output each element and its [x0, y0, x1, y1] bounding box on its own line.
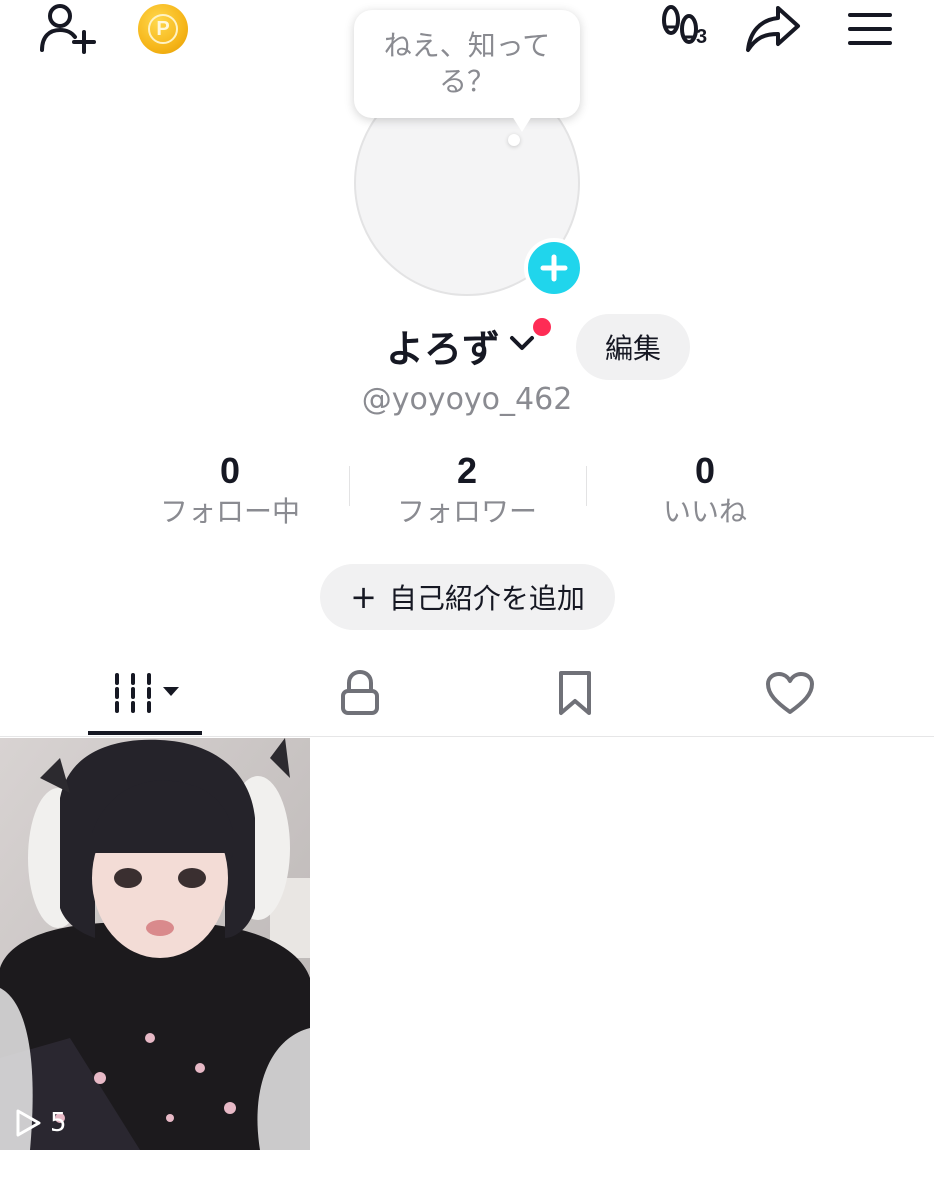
bio-plus-icon: +: [350, 578, 377, 616]
coin-letter: P: [148, 14, 178, 44]
stat-following[interactable]: 0 フォロー中: [110, 450, 350, 530]
profile-handle: @yoyoyo_462: [361, 382, 573, 417]
share-icon[interactable]: [742, 0, 804, 58]
bubble-dot: [508, 134, 520, 146]
thumbnail-image: [0, 738, 310, 1150]
play-outline-icon: [16, 1109, 41, 1137]
bookmark-icon: [559, 671, 591, 715]
video-thumbnail[interactable]: [0, 738, 310, 1150]
active-tab-indicator: [88, 731, 202, 735]
grid-bars-icon: [115, 673, 179, 713]
tab-videos[interactable]: [88, 650, 202, 736]
stat-followers[interactable]: 2 フォロワー: [347, 450, 587, 530]
video-view-count: 5: [50, 1108, 67, 1138]
plus-icon: [540, 254, 568, 282]
footprints-icon[interactable]: 3: [652, 0, 716, 58]
chevron-down-icon[interactable]: [508, 332, 536, 358]
stat-followers-label: フォロワー: [396, 495, 537, 528]
bubble-text: ねえ、知ってる？: [383, 29, 551, 98]
stat-following-label: フォロー中: [159, 495, 300, 528]
tab-liked[interactable]: [740, 650, 840, 736]
stat-likes-label: いいね: [662, 495, 747, 528]
menu-icon[interactable]: [840, 0, 900, 58]
bio-label: 自己紹介を追加: [388, 582, 585, 615]
add-friend-icon[interactable]: [36, 0, 98, 58]
stat-followers-value: 2: [456, 450, 478, 491]
add-avatar-button[interactable]: [524, 238, 584, 298]
lock-icon: [341, 669, 379, 715]
footprint-count: 3: [696, 26, 708, 48]
profile-tabs: [0, 650, 934, 737]
tab-favorites[interactable]: [525, 650, 625, 736]
stat-following-value: 0: [219, 450, 241, 491]
tab-private[interactable]: [310, 650, 410, 736]
stat-likes-value: 0: [694, 450, 716, 491]
coin-icon[interactable]: P: [138, 4, 188, 54]
profile-name[interactable]: よろず: [386, 318, 500, 373]
status-bubble[interactable]: ねえ、知ってる？: [354, 10, 580, 132]
edit-profile-button[interactable]: 編集: [576, 314, 690, 380]
add-bio-button[interactable]: + 自己紹介を追加: [320, 564, 615, 630]
notification-dot: [533, 318, 551, 336]
heart-icon: [766, 672, 814, 714]
video-views: 5: [14, 1108, 67, 1138]
stat-likes[interactable]: 0 いいね: [585, 450, 825, 530]
